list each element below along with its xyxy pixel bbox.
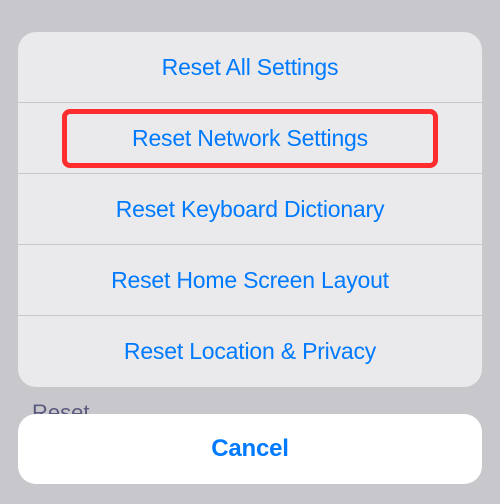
reset-home-screen-layout-button[interactable]: Reset Home Screen Layout	[18, 245, 482, 316]
cancel-label: Cancel	[211, 435, 289, 463]
reset-location-privacy-button[interactable]: Reset Location & Privacy	[18, 316, 482, 387]
action-label: Reset Location & Privacy	[124, 338, 376, 365]
action-label: Reset All Settings	[162, 54, 339, 81]
reset-network-settings-button[interactable]: Reset Network Settings	[18, 103, 482, 174]
action-label: Reset Keyboard Dictionary	[116, 196, 385, 223]
reset-all-settings-button[interactable]: Reset All Settings	[18, 32, 482, 103]
cancel-button[interactable]: Cancel	[18, 414, 482, 484]
action-label: Reset Home Screen Layout	[111, 267, 389, 294]
reset-keyboard-dictionary-button[interactable]: Reset Keyboard Dictionary	[18, 174, 482, 245]
reset-action-sheet: Reset All Settings Reset Network Setting…	[18, 32, 482, 387]
action-label: Reset Network Settings	[132, 125, 368, 152]
